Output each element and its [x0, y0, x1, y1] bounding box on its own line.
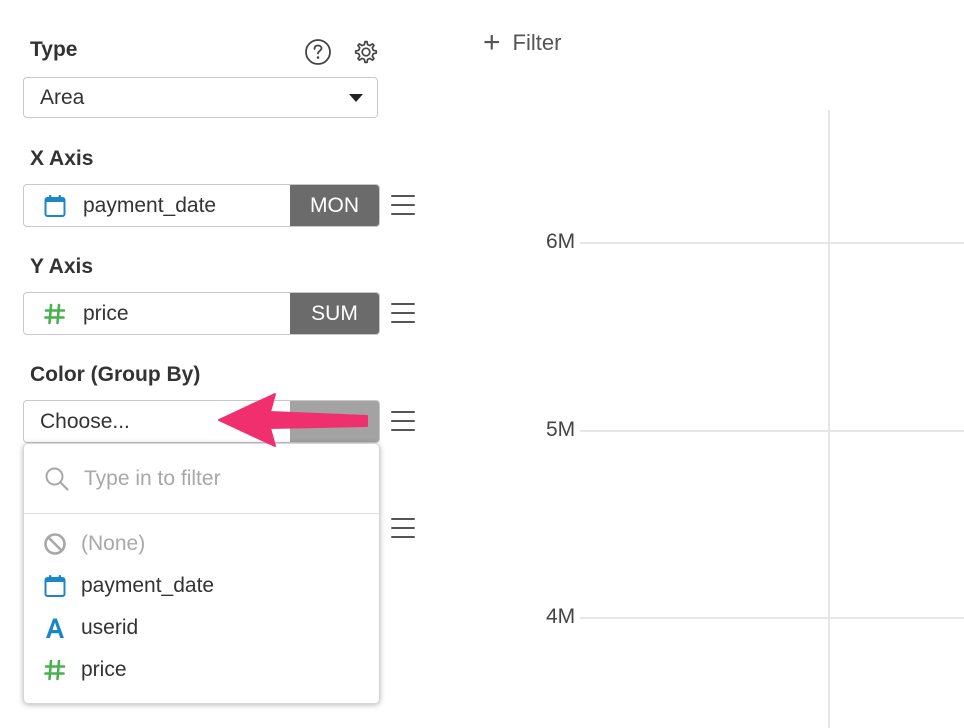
chart-area: 6M 5M 4M	[440, 110, 964, 728]
dropdown-item-price[interactable]: price	[24, 651, 379, 689]
x-axis-label: X Axis	[30, 147, 94, 170]
hash-icon	[43, 658, 67, 682]
add-filter-button[interactable]: + Filter	[483, 28, 561, 58]
x-axis-field[interactable]: payment_date MON	[23, 184, 380, 227]
grid-line-4m	[580, 617, 964, 619]
question-circle-icon[interactable]	[303, 37, 333, 67]
dropdown-search	[24, 444, 379, 514]
hamburger-icon[interactable]	[391, 518, 415, 538]
hamburger-icon[interactable]	[391, 195, 415, 215]
dropdown-item-label: payment_date	[81, 574, 215, 597]
chart-builder-page: Type Area X Axis payment_date MON Y Axis…	[0, 0, 964, 728]
y-axis-field[interactable]: price SUM	[23, 292, 380, 335]
x-axis-aggregation-button[interactable]: MON	[290, 185, 379, 226]
search-icon	[45, 467, 69, 491]
grid-line-6m	[580, 242, 964, 244]
dropdown-search-input[interactable]	[82, 465, 346, 492]
dropdown-item-payment-date[interactable]: payment_date	[24, 567, 379, 605]
hamburger-icon[interactable]	[391, 411, 415, 431]
hash-icon	[43, 302, 67, 326]
text-type-icon	[43, 616, 67, 640]
calendar-icon	[43, 194, 67, 218]
y-tick-label: 5M	[546, 418, 576, 441]
y-axis-label: Y Axis	[30, 255, 94, 278]
grid-line-vertical	[828, 110, 830, 728]
annotation-arrow	[218, 393, 368, 447]
ban-icon	[43, 532, 67, 556]
dropdown-item-userid[interactable]: userid	[24, 609, 379, 647]
dropdown-item-label: price	[81, 658, 127, 681]
filter-label: Filter	[512, 30, 562, 55]
dropdown-item-label: (None)	[81, 532, 146, 555]
y-axis-aggregation-button[interactable]: SUM	[290, 293, 379, 334]
plus-icon: +	[483, 26, 501, 59]
chart-type-select[interactable]: Area	[23, 77, 378, 118]
y-tick-label: 6M	[546, 230, 576, 253]
y-axis-field-name: price	[83, 301, 129, 325]
color-group-label: Color (Group By)	[30, 363, 201, 386]
dropdown-item-label: userid	[81, 616, 139, 639]
calendar-icon	[43, 574, 67, 598]
field-dropdown-menu: (None) payment_date	[23, 443, 380, 704]
grid-line-5m	[580, 430, 964, 432]
dropdown-item-none[interactable]: (None)	[24, 525, 379, 563]
y-tick-label: 4M	[546, 605, 576, 628]
chevron-down-icon	[349, 93, 363, 102]
chart-type-value: Area	[40, 85, 85, 109]
chart-config-sidebar: Type Area X Axis payment_date MON Y Axis…	[0, 0, 430, 728]
x-axis-field-name: payment_date	[83, 193, 217, 217]
hamburger-icon[interactable]	[391, 303, 415, 323]
type-label: Type	[30, 38, 78, 61]
gear-icon[interactable]	[351, 37, 381, 67]
